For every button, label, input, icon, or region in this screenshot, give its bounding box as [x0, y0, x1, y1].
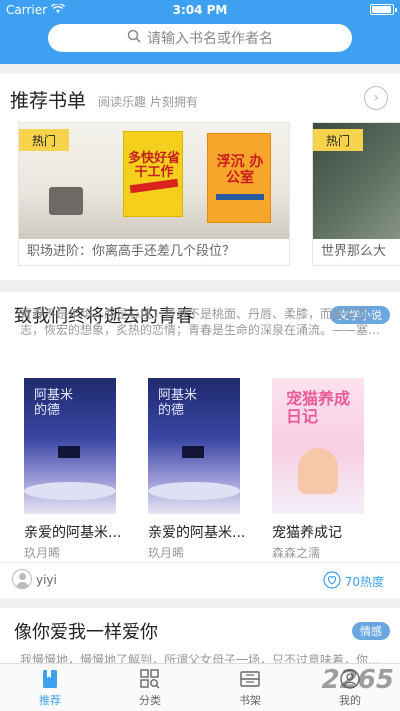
book-item[interactable]: 宠猫养成日记 宠猫养成记 森森之濡	[272, 378, 368, 561]
book-item[interactable]: 阿基米的德 亲爱的阿基米... 玖月晞	[148, 378, 246, 561]
category-tag: 情感	[352, 622, 390, 640]
status-bar: Carrier 3:04 PM	[0, 0, 400, 20]
grid-search-icon	[139, 668, 161, 690]
avatar[interactable]	[12, 569, 32, 589]
chevron-right-icon: ›	[373, 90, 379, 106]
battery-icon	[370, 4, 397, 15]
banner-caption: 世界那么大	[321, 244, 387, 259]
book-title: 亲爱的阿基米...	[148, 525, 246, 541]
book-cover-image: 多快好省干工作	[123, 131, 183, 217]
banner-caption: 职场进阶：你离高手还差几个段位？	[27, 244, 236, 259]
heat-button[interactable]: 70热度	[323, 571, 384, 592]
bookshelf-icon	[239, 668, 261, 690]
app-header: Carrier 3:04 PM 请输入书名或作者名	[0, 0, 400, 64]
coffee-cup-image	[49, 187, 83, 215]
search-placeholder: 请输入书名或作者名	[147, 31, 273, 47]
book-author: 玖月晞	[148, 546, 185, 560]
cover-title: 浮沉 办公室	[216, 154, 264, 186]
tab-recommend[interactable]: 推荐	[0, 664, 100, 711]
description-line: 志，恢宏的想象，炙热的恋情；青春是生命的深泉在涌流。——塞缪...	[20, 323, 384, 337]
description-line: 青春不是年华，而是心境；青春不是桃面、丹唇、柔膝，而是深沉的意	[20, 307, 384, 321]
status-time: 3:04 PM	[172, 3, 228, 17]
heat-count: 70热度	[344, 575, 384, 589]
bookmark-book-icon	[39, 668, 61, 690]
tab-bookshelf[interactable]: 书架	[200, 664, 300, 711]
search-input[interactable]: 请输入书名或作者名	[48, 24, 352, 52]
book-author: 森森之濡	[272, 546, 321, 560]
booklist-title: 像你爱我一样爱你	[14, 622, 158, 643]
hot-badge: 热门	[19, 129, 69, 151]
featured-banner[interactable]: 多快好省干工作 浮沉 办公室 热门 职场进阶：你离高手还差几个段位？	[18, 122, 290, 266]
tab-label: 推荐	[39, 693, 61, 707]
book-cover: 宠猫养成日记	[272, 378, 364, 514]
cover-title: 阿基米的德	[34, 388, 74, 418]
cover-title: 多快好省干工作	[127, 151, 180, 180]
featured-more-button[interactable]: ›	[364, 86, 388, 110]
search-icon	[127, 29, 141, 47]
tab-label: 书架	[239, 693, 261, 707]
tab-label: 分类	[139, 693, 161, 707]
watermark-logo: 2265	[321, 665, 394, 695]
book-item[interactable]: 阿基米的德 亲爱的阿基米... 玖月晞	[24, 378, 122, 561]
book-cover: 阿基米的德	[148, 378, 240, 514]
booklist-footer: yiyi 70热度	[0, 562, 400, 598]
tab-category[interactable]: 分类	[100, 664, 200, 711]
featured-title: 推荐书单	[10, 90, 87, 112]
cover-title: 阿基米的德	[158, 388, 198, 418]
book-cover-image: 浮沉 办公室	[207, 133, 271, 223]
book-title: 宠猫养成记	[272, 525, 342, 541]
booklist-description: 青春不是年华，而是心境；青春不是桃面、丹唇、柔膝，而是深沉的意 志，恢宏的想象，…	[20, 306, 384, 338]
hot-badge: 热门	[313, 129, 363, 151]
featured-subtitle: 阅读乐趣 片刻拥有	[98, 95, 198, 109]
cover-title: 宠猫养成日记	[286, 389, 351, 426]
featured-section: 推荐书单 阅读乐趣 片刻拥有 › 多快好省干工作 浮沉 办公室 热门 职场进阶：…	[0, 74, 400, 280]
booklist-card[interactable]: 致我们终将逝去的青春 文学小说 青春不是年华，而是心境；青春不是桃面、丹唇、柔膝…	[0, 292, 400, 598]
heart-icon	[323, 571, 341, 592]
user-name[interactable]: yiyi	[36, 573, 57, 587]
book-title: 亲爱的阿基米...	[24, 525, 122, 541]
featured-banner[interactable]: 热门 世界那么大	[312, 122, 400, 266]
book-cover: 阿基米的德	[24, 378, 116, 514]
book-author: 玖月晞	[24, 546, 61, 560]
